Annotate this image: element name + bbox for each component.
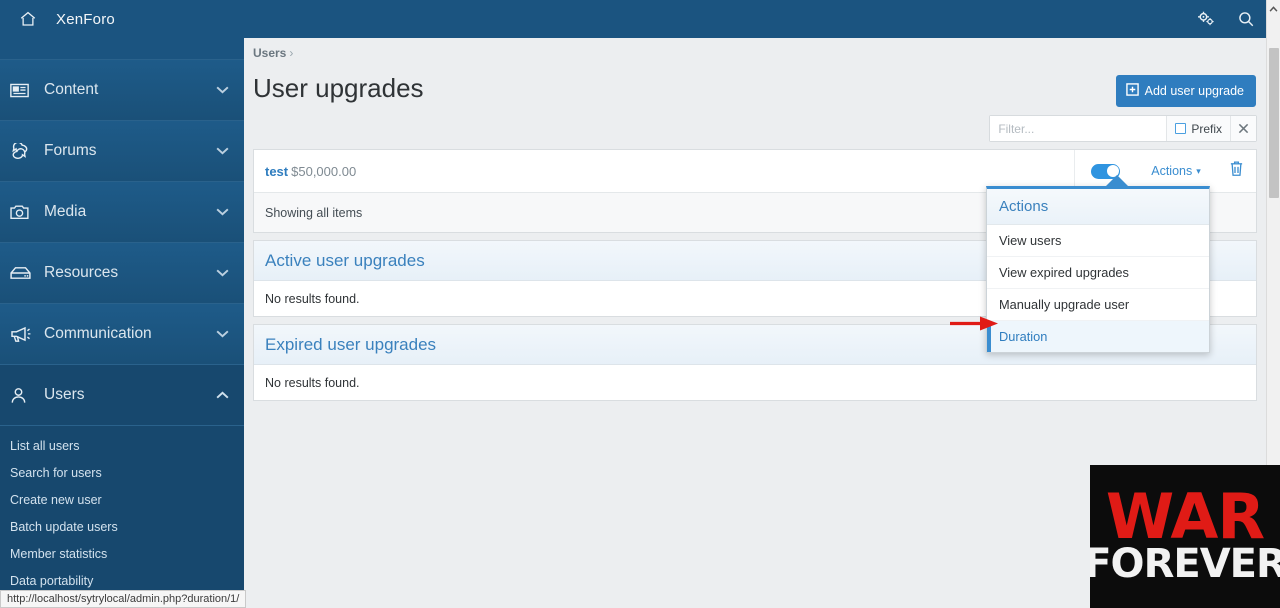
- sidebar-subitem-list-all-users[interactable]: List all users: [0, 432, 244, 459]
- search-icon[interactable]: [1226, 10, 1266, 28]
- sidebar-subitem-label: Create new user: [10, 492, 102, 507]
- chevron-down-icon: [214, 147, 230, 155]
- status-bar-url: http://localhost/sytrylocal/admin.php?du…: [0, 590, 247, 608]
- sidebar-item-resources[interactable]: Resources: [0, 243, 244, 304]
- filter-input[interactable]: [990, 116, 1167, 141]
- sidebar: Content Forums Media Resources Communica…: [0, 38, 244, 608]
- menu-item-duration[interactable]: Duration: [987, 321, 1209, 352]
- brand-title[interactable]: XenForo: [56, 11, 115, 28]
- add-user-upgrade-button[interactable]: Add user upgrade: [1115, 75, 1256, 107]
- upgrade-price: $50,000.00: [291, 163, 357, 179]
- cogs-icon[interactable]: [1186, 11, 1226, 27]
- sidebar-item-label: Content: [44, 81, 99, 98]
- users-icon: [10, 387, 44, 404]
- sidebar-item-label: Forums: [44, 142, 97, 159]
- sidebar-item-label: Communication: [44, 325, 152, 342]
- menu-item-label: Duration: [999, 329, 1048, 344]
- filter-box: Prefix: [989, 115, 1257, 142]
- sidebar-subitem-batch-update-users[interactable]: Batch update users: [0, 513, 244, 540]
- sidebar-subnav: List all users Search for users Create n…: [0, 426, 244, 594]
- sidebar-item-label: Media: [44, 203, 87, 220]
- chevron-down-icon: [214, 330, 230, 338]
- filter-clear-button[interactable]: [1230, 116, 1256, 141]
- sidebar-subitem-member-statistics[interactable]: Member statistics: [0, 540, 244, 567]
- page-title: User upgrades: [253, 73, 424, 103]
- plus-square-icon: [1125, 83, 1139, 99]
- scrollbar-up-button[interactable]: [1267, 0, 1280, 17]
- sidebar-top-strip: [0, 38, 244, 60]
- watermark-line-2: FOREVER: [1090, 540, 1280, 587]
- sidebar-subitem-label: Batch update users: [10, 519, 118, 534]
- breadcrumb: Users ›: [244, 38, 1266, 60]
- sidebar-item-users[interactable]: Users: [0, 365, 244, 426]
- sidebar-item-label: Users: [44, 386, 85, 403]
- sidebar-subitem-label: Search for users: [10, 465, 102, 480]
- breadcrumb-item-users[interactable]: Users: [253, 46, 286, 60]
- menu-title: Actions: [987, 189, 1209, 225]
- annotation-arrow-icon: [950, 315, 1000, 338]
- sidebar-subitem-label: List all users: [10, 438, 80, 453]
- filter-bar: Prefix: [244, 107, 1266, 142]
- breadcrumb-separator: ›: [289, 46, 294, 60]
- menu-item-label: View users: [999, 233, 1062, 248]
- chevron-down-icon: [214, 86, 230, 94]
- home-icon[interactable]: [0, 10, 56, 28]
- watermark-overlay: WAR FOREVER: [1090, 465, 1280, 608]
- menu-item-label: View expired upgrades: [999, 265, 1129, 280]
- menu-item-view-users[interactable]: View users: [987, 225, 1209, 257]
- prefix-label: Prefix: [1191, 121, 1222, 136]
- chevron-down-icon: [214, 208, 230, 216]
- sidebar-item-label: Resources: [44, 264, 119, 281]
- media-icon: [10, 204, 44, 220]
- upgrade-row-title: test $50,000.00: [265, 164, 1074, 179]
- prefix-filter-toggle[interactable]: Prefix: [1166, 116, 1230, 141]
- sidebar-item-media[interactable]: Media: [0, 182, 244, 243]
- scrollbar-thumb[interactable]: [1269, 48, 1279, 198]
- sidebar-item-communication[interactable]: Communication: [0, 304, 244, 365]
- trash-icon: [1229, 160, 1244, 182]
- forums-icon: [10, 143, 44, 159]
- chevron-down-icon: [214, 269, 230, 277]
- top-bar: XenForo: [0, 0, 1266, 38]
- sidebar-item-content[interactable]: Content: [0, 60, 244, 121]
- content-icon: [10, 83, 44, 98]
- resources-icon: [10, 266, 44, 280]
- sidebar-subitem-search-for-users[interactable]: Search for users: [0, 459, 244, 486]
- upgrade-name-link[interactable]: test: [265, 164, 288, 179]
- section-body-text: No results found.: [254, 365, 1256, 400]
- sidebar-item-forums[interactable]: Forums: [0, 121, 244, 182]
- actions-dropdown-menu: Actions View users View expired upgrades…: [986, 186, 1210, 353]
- sidebar-subitem-label: Member statistics: [10, 546, 108, 561]
- sidebar-subitem-label: Data portability: [10, 573, 94, 588]
- menu-item-label: Manually upgrade user: [999, 297, 1130, 312]
- prefix-checkbox-icon[interactable]: [1175, 123, 1187, 134]
- page-header: User upgrades Add user upgrade: [244, 60, 1266, 107]
- admin-page: XenForo Content Forums Media Resources C…: [0, 0, 1280, 608]
- menu-pointer-arrow: [1106, 175, 1128, 186]
- row-actions-label: Actions: [1151, 164, 1193, 178]
- sidebar-subitem-create-new-user[interactable]: Create new user: [0, 486, 244, 513]
- menu-item-view-expired-upgrades[interactable]: View expired upgrades: [987, 257, 1209, 289]
- caret-down-icon: ▾: [1196, 165, 1201, 176]
- communication-icon: [10, 326, 44, 343]
- chevron-up-icon: [214, 391, 230, 399]
- menu-item-manually-upgrade-user[interactable]: Manually upgrade user: [987, 289, 1209, 321]
- watermark-line-1: WAR: [1105, 480, 1265, 554]
- delete-upgrade-button[interactable]: [1216, 150, 1256, 192]
- add-user-upgrade-label: Add user upgrade: [1144, 84, 1244, 98]
